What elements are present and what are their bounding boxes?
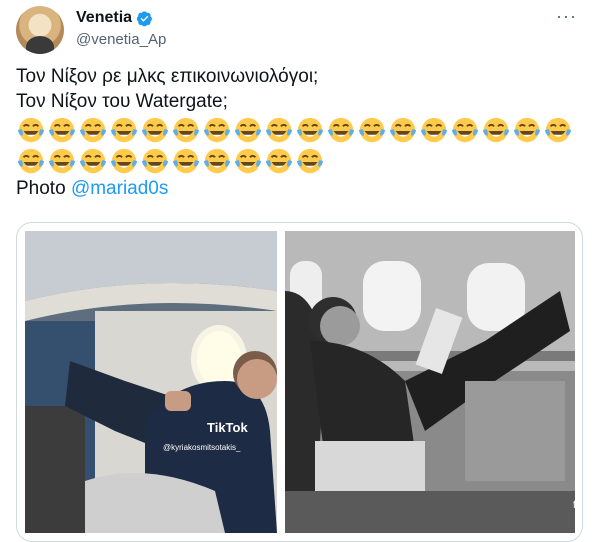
avatar[interactable] [16, 6, 64, 54]
laughing-emoji-icon [109, 146, 139, 176]
laughing-emoji-icon [202, 115, 232, 145]
tweet-line-1: Τον Νίξον ρε μλκς επικοινωνιολόγοι; [16, 66, 319, 87]
tiktok-username: @kyriakosmitsotakis_ [163, 443, 241, 452]
author-name-row[interactable]: Venetia [76, 9, 153, 27]
laughing-emoji-icon [47, 146, 77, 176]
photo-right-bw[interactable] [285, 231, 575, 533]
laughing-emoji-icon [140, 146, 170, 176]
laughing-emoji-icon [264, 115, 294, 145]
author-handle[interactable]: @venetia_Ap [76, 31, 166, 48]
laughing-emoji-icon [47, 115, 77, 145]
laughing-emoji-icon [388, 115, 418, 145]
laughing-emoji-icon [450, 115, 480, 145]
laughing-emoji-icon [264, 146, 294, 176]
tweet-text: Τον Νίξον ρε μλκς επικοινωνιολόγοι; Τον … [16, 64, 581, 201]
laughing-emoji-icon [512, 115, 542, 145]
laughing-emoji-icon [543, 115, 573, 145]
laughing-emoji-icon [202, 146, 232, 176]
more-options-icon[interactable]: ··· [556, 6, 577, 27]
photo-left-cabin[interactable] [25, 231, 277, 533]
laughing-emoji-icon [140, 115, 170, 145]
tweet-line-2: Τον Νίξον του Watergate; [16, 91, 228, 112]
laughing-emoji-icon [481, 115, 511, 145]
laughing-emoji-icon [171, 146, 201, 176]
photo-credit-label: Photo [16, 178, 66, 199]
laughing-emoji-icon [295, 115, 325, 145]
laughing-emoji-icon [357, 115, 387, 145]
laughing-emoji-icon [78, 115, 108, 145]
tweet-header: Venetia @venetia_Ap ··· [16, 6, 581, 54]
laughing-emoji-icon [233, 146, 263, 176]
laughing-emoji-icon [78, 146, 108, 176]
laughing-emoji-icon [16, 146, 46, 176]
photo-credit-line: Photo @mariad0s [16, 176, 581, 201]
tweet-media[interactable]: TikTok @kyriakosmitsotakis_ fi [16, 222, 583, 542]
watermark: fi [573, 500, 578, 511]
laughing-emoji-icon [419, 115, 449, 145]
laughing-emoji-icon [326, 115, 356, 145]
laughing-emoji-icon [295, 146, 325, 176]
laughing-emoji-icon [233, 115, 263, 145]
author-display-name[interactable]: Venetia [76, 9, 132, 27]
laughing-emoji-icon [109, 115, 139, 145]
verified-badge-icon [136, 10, 152, 26]
photo-credit-mention[interactable]: @mariad0s [71, 178, 168, 199]
tiktok-logo: TikTok [207, 420, 248, 435]
laughing-emoji-row-1 [16, 114, 581, 145]
laughing-emoji-icon [171, 115, 201, 145]
laughing-emoji-row-2 [16, 145, 581, 176]
laughing-emoji-icon [16, 115, 46, 145]
